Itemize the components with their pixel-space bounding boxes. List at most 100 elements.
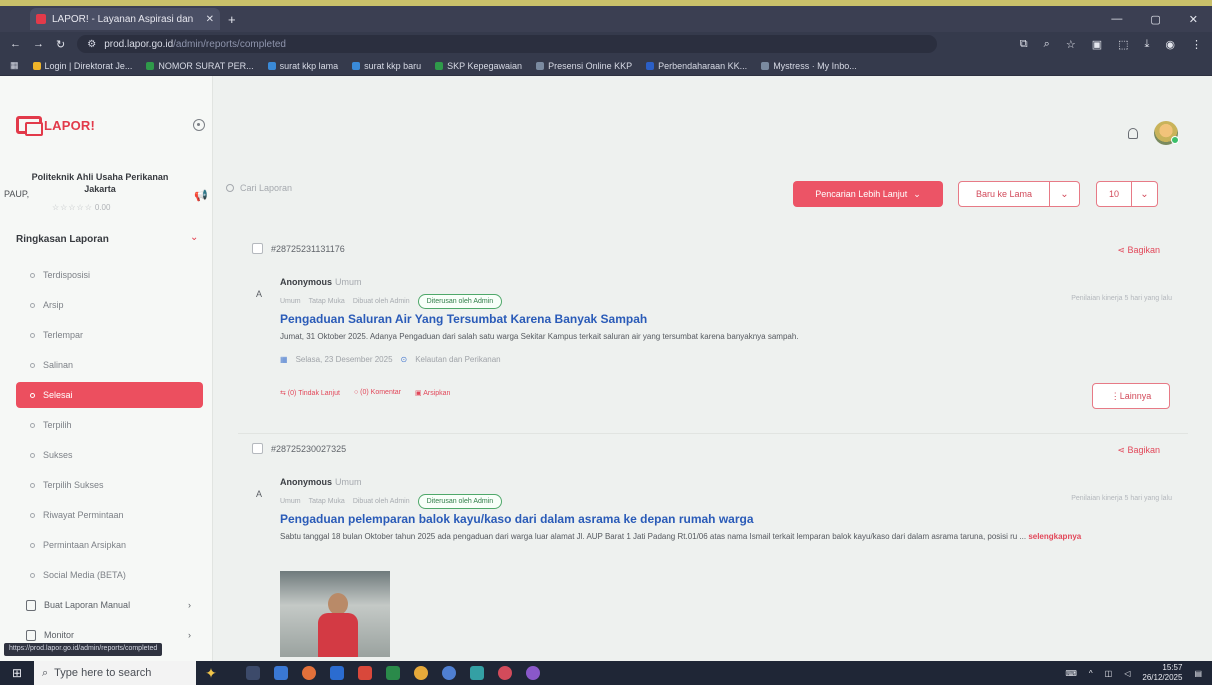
sidebar-item-terdisposisi[interactable]: Terdisposisi — [0, 260, 212, 290]
extensions-icon[interactable]: ⬚ — [1118, 38, 1128, 51]
bookmark-item[interactable]: Mystress · My Inbo... — [761, 61, 857, 71]
chrome-profile-icon[interactable] — [498, 666, 512, 680]
translate-icon[interactable]: ⧉ — [1020, 38, 1028, 51]
site-info-icon[interactable]: ⚙ — [87, 39, 96, 50]
search-icon — [226, 184, 234, 192]
app-icon[interactable] — [442, 666, 456, 680]
close-tab-icon[interactable]: ✕ — [206, 14, 214, 25]
sidebar-item-sukses[interactable]: Sukses — [0, 440, 212, 470]
clock-time: 15:57 — [1162, 663, 1183, 672]
keyboard-icon[interactable]: ⌨ — [1065, 669, 1077, 678]
apps-grid-icon[interactable]: ▦ — [10, 60, 19, 71]
sidebar-item-permintaan-arsipkan[interactable]: Permintaan Arsipkan — [0, 530, 212, 560]
bookmark-item[interactable]: Presensi Online KKP — [536, 61, 632, 71]
avatar[interactable] — [1154, 121, 1179, 145]
meta-creator: Dibuat oleh Admin — [352, 298, 410, 305]
bookmark-star-icon[interactable]: ☆ — [1066, 38, 1076, 51]
profile-icon[interactable]: ◉ — [1165, 38, 1175, 51]
volume-icon[interactable]: ◁ — [1124, 669, 1130, 678]
copilot-icon[interactable]: ✦ — [196, 665, 226, 682]
word-icon[interactable] — [330, 666, 344, 680]
report-title-link[interactable]: Pengaduan pelemparan balok kayu/kaso dar… — [280, 512, 754, 526]
sidebar-item-terpilih[interactable]: Terpilih — [0, 410, 212, 440]
share-button[interactable]: ⋖ Bagikan — [1117, 445, 1160, 456]
more-button[interactable]: ⋮ Lainnya — [1092, 383, 1170, 409]
per-page-value[interactable]: 10 — [1096, 181, 1132, 207]
megaphone-icon: 📢 — [194, 190, 208, 202]
bookmark-icon — [536, 61, 545, 70]
chrome-icon[interactable] — [414, 666, 428, 680]
chevron-down-icon[interactable]: ⌄ — [1050, 181, 1080, 207]
document-icon — [26, 599, 36, 611]
bookmark-item[interactable]: surat kkp lama — [267, 61, 338, 71]
bookmark-item[interactable]: Login | Direktorat Je... — [32, 61, 132, 71]
taskbar-search-input[interactable]: ⌕ Type here to search — [34, 661, 196, 685]
chevron-down-icon[interactable]: ⌄ — [1132, 181, 1158, 207]
comment-button[interactable]: ○ (0) Komentar — [354, 389, 401, 397]
sort-value[interactable]: Baru ke Lama — [958, 181, 1050, 207]
edge-icon[interactable] — [470, 666, 484, 680]
agency-icon: ⊙ — [400, 355, 408, 364]
sidebar-item-label: Terpilih Sukses — [43, 480, 104, 490]
bookmark-item[interactable]: SKP Kepegawaian — [435, 61, 522, 71]
notifications-icon[interactable]: ▤ — [1194, 669, 1202, 678]
sidebar-item-selesai[interactable]: Selesai — [16, 382, 203, 408]
bookmark-item[interactable]: NOMOR SURAT PER... — [146, 61, 254, 71]
report-card: #28725231131176 ⋖ Bagikan A Anonymous Umu… — [238, 243, 1188, 435]
section-title[interactable]: Ringkasan Laporan — [16, 234, 109, 245]
excel-icon[interactable] — [386, 666, 400, 680]
report-checkbox[interactable] — [252, 243, 263, 254]
back-icon[interactable]: ← — [10, 38, 21, 50]
windows-start-icon[interactable]: ⊞ — [0, 661, 34, 685]
bookmark-item[interactable]: surat kkp baru — [352, 61, 421, 71]
new-tab-icon[interactable]: + — [228, 12, 236, 27]
report-body: Jumat, 31 Oktober 2025. Adanya Pengaduan… — [280, 332, 799, 341]
search-input[interactable]: Cari Laporan — [226, 183, 292, 193]
sort-select[interactable]: Baru ke Lama ⌄ — [958, 181, 1080, 207]
download-icon[interactable]: ⤓ — [1145, 38, 1150, 51]
sidebar-item-terpilih-sukses[interactable]: Terpilih Sukses — [0, 470, 212, 500]
address-bar[interactable]: ⚙ prod.lapor.go.id/admin/reports/complet… — [77, 35, 938, 53]
notification-bell-icon[interactable] — [1128, 127, 1138, 139]
bookmark-item[interactable]: Perbendaharaan KK... — [646, 61, 747, 71]
restore-icon[interactable]: ▢ — [1150, 13, 1160, 26]
sidebar-item-salinan[interactable]: Salinan — [0, 350, 212, 380]
reload-icon[interactable]: ↻ — [56, 38, 65, 51]
clock[interactable]: 15:57 26/12/2025 — [1142, 663, 1182, 683]
sidebar-item-label: Social Media (BETA) — [43, 570, 126, 580]
firefox-icon[interactable] — [302, 666, 316, 680]
menu-dots-icon[interactable]: ⋮ — [1191, 38, 1202, 51]
sidebar-item-social-media-beta[interactable]: Social Media (BETA) — [0, 560, 212, 590]
sidebar-item-arsip[interactable]: Arsip — [0, 290, 212, 320]
calendar-icon: ▦ — [280, 355, 288, 364]
archive-button[interactable]: ▣ Arsipkan — [415, 389, 450, 397]
read-more-link[interactable]: selengkapnya — [1028, 532, 1081, 541]
sidebar-item-riwayat-permintaan[interactable]: Riwayat Permintaan — [0, 500, 212, 530]
browser-tab[interactable]: LAPOR! - Layanan Aspirasi dan ✕ — [30, 8, 220, 30]
sidebar-group-0[interactable]: Buat Laporan Manual › — [0, 590, 212, 620]
report-checkbox[interactable] — [252, 443, 263, 454]
report-title-link[interactable]: Pengaduan Saluran Air Yang Tersumbat Kar… — [280, 312, 647, 326]
lapor-logo[interactable]: LAPOR! — [16, 116, 95, 136]
share-button[interactable]: ⋖ Bagikan — [1117, 245, 1160, 256]
follow-up-button[interactable]: ⇆ (0) Tindak Lanjut — [280, 389, 340, 397]
tab-search-icon[interactable]: ▣ — [1092, 38, 1102, 51]
sidebar-item-terlempar[interactable]: Terlempar — [0, 320, 212, 350]
network-icon[interactable]: ◫ — [1105, 669, 1113, 678]
minimize-icon[interactable]: — — [1111, 13, 1122, 26]
report-date: Selasa, 23 Desember 2025 — [295, 355, 393, 364]
app2-icon[interactable] — [526, 666, 540, 680]
file-explorer-icon[interactable] — [274, 666, 288, 680]
powerpoint-icon[interactable] — [358, 666, 372, 680]
task-view-icon[interactable] — [246, 666, 260, 680]
chevron-down-icon[interactable]: ⌄ — [190, 232, 198, 243]
sidebar-toggle-icon[interactable] — [193, 119, 205, 131]
forward-icon[interactable]: → — [33, 38, 44, 50]
zoom-icon[interactable]: ⌕ — [1044, 38, 1050, 51]
advanced-search-button[interactable]: Pencarian Lebih Lanjut ⌄ — [793, 181, 943, 207]
close-window-icon[interactable]: ✕ — [1189, 13, 1198, 26]
circle-bullet-icon — [30, 302, 35, 308]
tray-chevron-icon[interactable]: ^ — [1089, 669, 1093, 678]
report-photo[interactable] — [280, 571, 390, 657]
per-page-select[interactable]: 10 ⌄ — [1096, 181, 1158, 207]
